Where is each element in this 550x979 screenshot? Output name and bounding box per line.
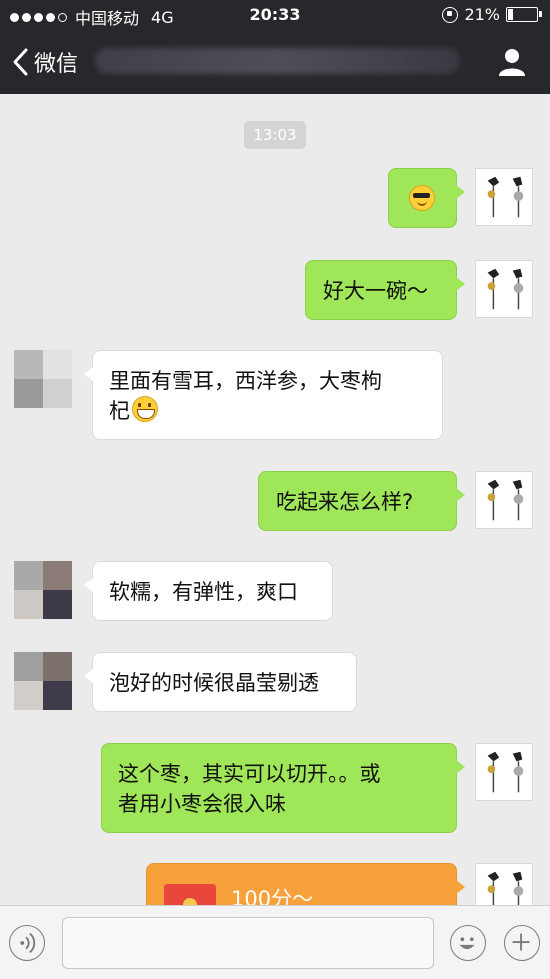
back-button[interactable]: 微信 xyxy=(12,44,78,80)
message-text-line2: 者用小枣会很入味 xyxy=(118,792,286,816)
battery-fill xyxy=(508,9,513,20)
voice-icon xyxy=(20,932,36,954)
message-text: 这个枣，其实可以切开。。或 xyxy=(118,762,381,786)
input-bar xyxy=(0,905,550,979)
voice-button[interactable] xyxy=(9,925,45,961)
chat-title-blurred xyxy=(95,48,460,74)
contact-avatar[interactable] xyxy=(14,652,72,710)
contact-avatar[interactable] xyxy=(14,350,72,408)
emoji-icon xyxy=(459,937,475,950)
avatar-image xyxy=(476,472,532,528)
message-bubble-other[interactable]: 软糯，有弹性，爽口 xyxy=(84,561,333,621)
nav-bar: 微信 xyxy=(0,30,550,94)
more-button[interactable] xyxy=(504,925,540,961)
rotation-lock-icon xyxy=(442,6,459,23)
grin-emoji-icon xyxy=(132,396,158,422)
plus-icon xyxy=(512,933,530,951)
profile-button[interactable] xyxy=(496,46,528,78)
chat-timestamp: 13:03 xyxy=(244,121,306,149)
self-avatar[interactable] xyxy=(475,471,533,529)
back-chevron-icon xyxy=(13,48,28,76)
self-avatar[interactable] xyxy=(475,260,533,318)
message-bubble-self[interactable]: 这个枣，其实可以切开。。或 者用小枣会很入味 xyxy=(101,743,465,833)
message-bubble-self[interactable] xyxy=(388,168,465,228)
battery-percent: 21% xyxy=(464,5,500,24)
contact-avatar[interactable] xyxy=(14,561,72,619)
message-text: 里面有雪耳，西洋参，大枣枸 xyxy=(109,369,382,393)
avatar-image xyxy=(476,169,532,225)
self-avatar[interactable] xyxy=(475,743,533,801)
message-text: 吃起来怎么样? xyxy=(276,490,414,514)
emoji-button[interactable] xyxy=(450,925,486,961)
message-bubble-other[interactable]: 泡好的时候很晶莹剔透 xyxy=(84,652,357,712)
avatar-image xyxy=(476,261,532,317)
message-bubble-other[interactable]: 里面有雪耳，西洋参，大枣枸 杞 xyxy=(84,350,443,440)
message-text: 泡好的时候很晶莹剔透 xyxy=(109,671,319,695)
profile-icon xyxy=(499,49,525,76)
message-text: 好大一碗～ xyxy=(323,279,428,303)
status-right: 21% xyxy=(442,5,542,24)
sunglasses-emoji-icon xyxy=(409,185,435,211)
message-input[interactable] xyxy=(62,917,434,969)
message-bubble-self[interactable]: 吃起来怎么样? xyxy=(258,471,465,531)
message-text: 软糯，有弹性，爽口 xyxy=(109,580,298,604)
avatar-image xyxy=(476,744,532,800)
status-bar: 中国移动 4G 20:33 21% xyxy=(0,0,550,30)
battery-icon xyxy=(506,7,542,22)
back-label: 微信 xyxy=(34,52,79,77)
message-text-line2: 杞 xyxy=(109,396,426,426)
self-avatar[interactable] xyxy=(475,168,533,226)
message-bubble-self[interactable]: 好大一碗～ xyxy=(305,260,465,320)
